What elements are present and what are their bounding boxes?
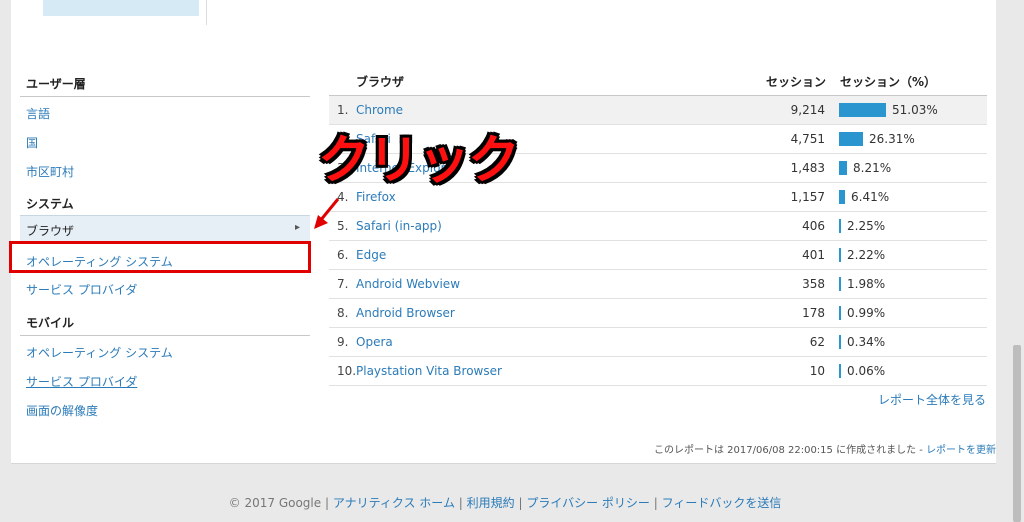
row-rank: 1.	[337, 103, 349, 117]
row-sessions-pct: 2.22%	[847, 248, 886, 262]
row-sessions-pct: 1.98%	[847, 277, 886, 291]
section-title-demographics: ユーザー層	[26, 77, 86, 91]
nav-item-browser-selected[interactable]: ブラウザ ▸	[20, 215, 310, 242]
row-sessions: 178	[802, 306, 825, 320]
row-sessions-pct: 8.21%	[853, 161, 892, 175]
row-sessions-pct: 0.34%	[847, 335, 886, 349]
footer: © 2017 Google | アナリティクス ホーム | 利用規約 | プライ…	[0, 494, 1010, 511]
footer-link-analytics-home[interactable]: アナリティクス ホーム	[333, 496, 455, 510]
section-title-system: システム	[26, 197, 74, 211]
chart-thumbnail	[43, 0, 199, 16]
footer-separator: |	[321, 496, 333, 510]
row-share-bar	[839, 335, 841, 349]
footer-copyright: © 2017 Google	[228, 496, 322, 510]
row-sessions: 9,214	[790, 103, 825, 117]
row-browser-link[interactable]: Android Webview	[356, 277, 460, 291]
row-browser-link[interactable]: Chrome	[356, 103, 403, 117]
report-timestamp-text: このレポートは 2017/06/08 22:00:15 に作成されました -	[654, 445, 927, 456]
row-sessions-pct: 0.99%	[847, 306, 886, 320]
row-sessions-pct: 51.03%	[892, 103, 938, 117]
annotation-arrow-icon	[314, 198, 340, 229]
row-sessions-pct: 6.41%	[851, 190, 890, 204]
footer-separator: |	[649, 496, 662, 510]
highlight-box	[9, 241, 311, 273]
chevron-right-icon: ▸	[294, 222, 300, 233]
row-browser-link[interactable]: Opera	[356, 335, 393, 349]
nav-link-mobile-service-provider[interactable]: サービス プロバイダ	[26, 373, 137, 390]
footer-separator: |	[514, 496, 527, 510]
row-sessions: 358	[802, 277, 825, 291]
row-browser-link[interactable]: Safari (in-app)	[356, 219, 442, 233]
table-row: 8. Android Browser 178 0.99%	[329, 299, 987, 328]
section-title-mobile: モバイル	[26, 316, 75, 330]
footer-link-privacy[interactable]: プライバシー ポリシー	[526, 496, 650, 510]
row-share-bar	[839, 248, 841, 262]
row-browser-link[interactable]: Android Browser	[356, 306, 455, 320]
annotation-click-text: クリック	[318, 131, 520, 191]
nav-link-screen-resolution[interactable]: 画面の解像度	[26, 402, 98, 419]
row-share-bar	[839, 306, 841, 320]
scrollbar[interactable]	[1010, 0, 1024, 522]
nav-link-mobile-operating-system[interactable]: オペレーティング システム	[26, 344, 173, 361]
footer-separator: |	[454, 496, 467, 510]
row-rank: 7.	[337, 277, 349, 291]
row-share-bar	[839, 161, 847, 175]
row-rank: 9.	[337, 335, 349, 349]
nav-link-country[interactable]: 国	[26, 134, 38, 151]
row-sessions: 1,483	[790, 161, 825, 175]
column-header-browser: ブラウザ	[356, 75, 405, 89]
table-row: 9. Opera 62 0.34%	[329, 328, 987, 357]
row-share-bar	[839, 132, 863, 146]
row-rank: 6.	[337, 248, 349, 262]
row-rank: 10.	[337, 364, 357, 378]
row-sessions-pct: 2.25%	[847, 219, 886, 233]
table-row: 7. Android Webview 358 1.98%	[329, 270, 987, 299]
row-share-bar	[839, 219, 841, 233]
row-sessions: 10	[809, 364, 825, 378]
section-divider	[20, 335, 310, 336]
column-header-sessions[interactable]: セッション	[766, 73, 826, 90]
footer-link-terms[interactable]: 利用規約	[467, 496, 515, 510]
full-report-link[interactable]: レポート全体を見る	[878, 391, 986, 408]
report-timestamp-note: このレポートは 2017/06/08 22:00:15 に作成されました - レ…	[654, 441, 996, 456]
row-sessions: 401	[802, 248, 825, 262]
row-share-bar	[839, 364, 841, 378]
row-share-bar	[839, 103, 886, 117]
row-share-bar	[839, 190, 845, 204]
table-row: 6. Edge 401 2.22%	[329, 241, 987, 270]
row-rank: 8.	[337, 306, 349, 320]
row-sessions-pct: 26.31%	[869, 132, 915, 146]
nav-item-browser-label: ブラウザ	[26, 224, 75, 238]
nav-link-language[interactable]: 言語	[26, 105, 50, 122]
footer-link-feedback[interactable]: フィードバックを送信	[662, 496, 782, 510]
nav-link-service-provider[interactable]: サービス プロバイダ	[26, 281, 137, 298]
row-sessions-pct: 0.06%	[847, 364, 886, 378]
row-share-bar	[839, 277, 841, 291]
row-sessions: 1,157	[790, 190, 825, 204]
refresh-report-link[interactable]: レポートを更新	[926, 445, 996, 456]
row-sessions: 62	[809, 335, 825, 349]
nav-link-city[interactable]: 市区町村	[26, 163, 74, 180]
table-row: 10. Playstation Vita Browser 10 0.06%	[329, 357, 987, 386]
section-divider	[20, 96, 310, 97]
scrollbar-thumb[interactable]	[1013, 345, 1021, 522]
row-sessions: 406	[802, 219, 825, 233]
row-browser-link[interactable]: Playstation Vita Browser	[356, 364, 502, 378]
row-sessions: 4,751	[790, 132, 825, 146]
column-header-sessions-pct[interactable]: セッション（%）	[840, 73, 936, 90]
divider	[206, 0, 207, 25]
table-row: 5. Safari (in-app) 406 2.25%	[329, 212, 987, 241]
row-browser-link[interactable]: Edge	[356, 248, 386, 262]
